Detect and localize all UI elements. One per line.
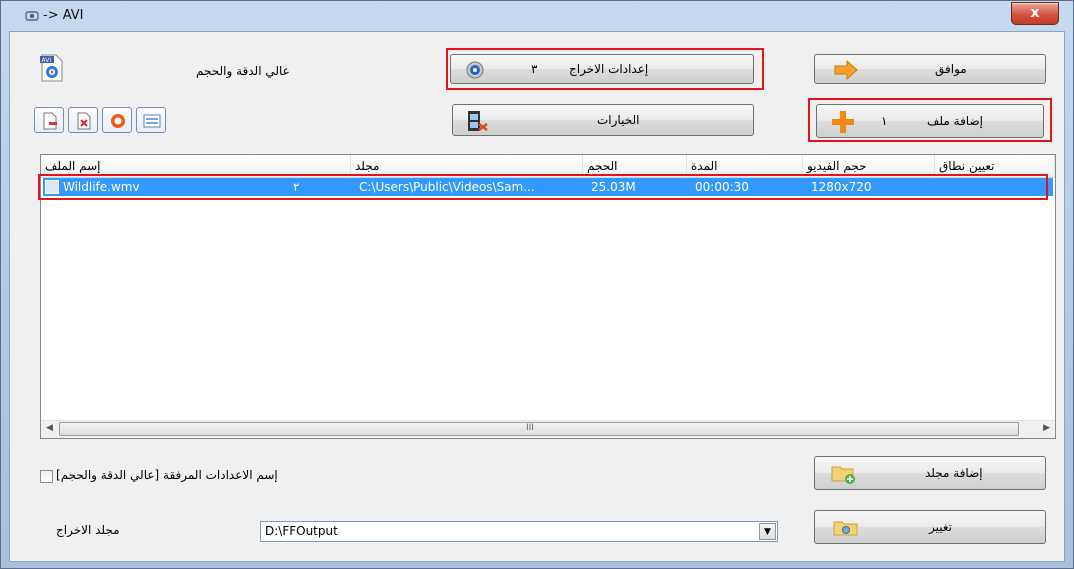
gear-icon <box>466 61 484 79</box>
title-bar[interactable]: -> AVI x <box>1 1 1073 31</box>
scroll-right-icon[interactable]: ▶ <box>1043 423 1050 433</box>
clear-list-icon <box>77 112 91 130</box>
output-folder-label: مجلد الاخراج <box>56 523 120 537</box>
column-header-folder[interactable]: مجلد <box>351 155 583 177</box>
scroll-left-icon[interactable]: ◀ <box>46 423 53 433</box>
cell-size: 25.03M <box>591 180 636 194</box>
add-file-label: إضافة ملف <box>927 114 983 128</box>
append-setting-label: [إسم الاعدادات المرفقة [عالي الدقة والحج… <box>56 468 278 482</box>
app-icon <box>25 10 39 22</box>
column-header-size[interactable]: الحجم <box>583 155 687 177</box>
change-label: تغيير <box>929 520 952 534</box>
file-list-header: إسم الملف مجلد الحجم المدة حجم الفيديو ت… <box>41 155 1055 178</box>
window-title: -> AVI <box>43 8 84 23</box>
cell-folder: C:\Users\Public\Videos\Sam... <box>359 180 535 194</box>
options-label: الخيارات <box>597 113 640 127</box>
ok-label: موافق <box>935 62 967 76</box>
film-icon <box>468 111 488 131</box>
cell-duration: 00:00:30 <box>695 180 749 194</box>
cell-marker: ٢ <box>293 180 300 194</box>
folder-browse-icon <box>833 521 858 536</box>
plus-icon <box>832 111 854 133</box>
output-settings-button[interactable]: ٣ إعدادات الاخراج <box>450 54 754 84</box>
close-button[interactable]: x <box>1011 2 1059 25</box>
remove-button[interactable] <box>34 107 64 133</box>
add-folder-button[interactable]: إضافة مجلد <box>814 456 1046 490</box>
file-list[interactable]: إسم الملف مجلد الحجم المدة حجم الفيديو ت… <box>40 154 1056 439</box>
chevron-down-icon[interactable]: ▼ <box>759 523 776 540</box>
clear-button[interactable] <box>68 107 98 133</box>
svg-text:AVI: AVI <box>42 57 52 64</box>
add-file-button[interactable]: ١ إضافة ملف <box>816 104 1044 138</box>
add-folder-label: إضافة مجلد <box>925 466 983 480</box>
output-folder-combo[interactable]: D:\FFOutput ▼ <box>260 521 778 542</box>
cell-range <box>943 178 1043 196</box>
arrow-right-icon <box>834 60 858 80</box>
preset-quality-label: عالي الدقة والحجم <box>196 64 290 78</box>
change-button[interactable]: تغيير <box>814 510 1046 544</box>
info-icon <box>143 114 161 128</box>
play-button[interactable] <box>102 107 132 133</box>
media-info-button[interactable] <box>136 107 166 133</box>
column-header-filename[interactable]: إسم الملف <box>41 155 351 177</box>
dialog-client-area: AVI عالي الدقة والحجم ٣ إعدادات الاخراج … <box>9 31 1065 562</box>
column-header-video-size[interactable]: حجم الفيديو <box>803 155 935 177</box>
cell-video-size: 1280x720 <box>811 180 872 194</box>
cell-filename: Wildlife.wmv <box>63 180 140 194</box>
output-settings-label: إعدادات الاخراج <box>569 62 649 76</box>
video-file-icon <box>45 180 59 194</box>
close-icon: x <box>1030 5 1040 21</box>
avi-file-icon: AVI <box>40 54 64 82</box>
play-icon <box>111 114 125 128</box>
horizontal-scrollbar[interactable]: ◀ III ▶ <box>41 420 1055 438</box>
output-folder-value: D:\FFOutput <box>265 524 338 538</box>
append-setting-checkbox[interactable] <box>40 470 53 483</box>
options-button[interactable]: الخيارات <box>452 104 754 136</box>
table-row[interactable]: Wildlife.wmv ٢ C:\Users\Public\Videos\Sa… <box>43 178 1053 196</box>
add-file-marker: ١ <box>881 114 888 128</box>
app-window: -> AVI x AVI عالي الدقة والحجم ٣ إعدادات… <box>0 0 1074 569</box>
ok-button[interactable]: موافق <box>814 54 1046 84</box>
scrollbar-thumb[interactable]: III <box>59 422 1019 436</box>
column-header-range[interactable]: تعيين نطاق <box>935 155 1055 177</box>
column-header-duration[interactable]: المدة <box>687 155 803 177</box>
output-settings-marker: ٣ <box>531 62 538 76</box>
folder-add-icon <box>831 466 855 484</box>
scroll-grip: III <box>526 423 534 433</box>
remove-file-icon <box>43 112 57 130</box>
